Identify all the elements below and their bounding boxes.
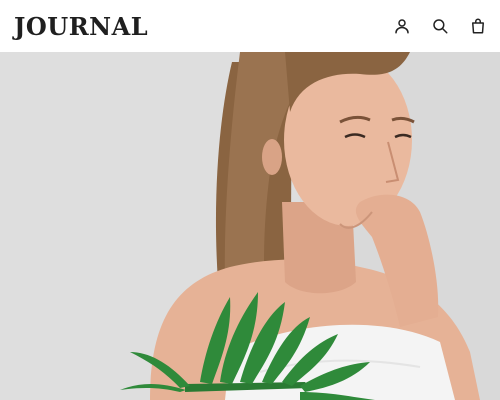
header-icon-group xyxy=(392,16,488,36)
site-header: JOURNAL xyxy=(0,0,500,52)
site-logo[interactable]: JOURNAL xyxy=(14,12,148,41)
hero-image xyxy=(0,52,500,400)
search-icon[interactable] xyxy=(430,16,450,36)
account-icon[interactable] xyxy=(392,16,412,36)
hero-illustration xyxy=(0,52,500,400)
shopping-bag-icon[interactable] xyxy=(468,16,488,36)
